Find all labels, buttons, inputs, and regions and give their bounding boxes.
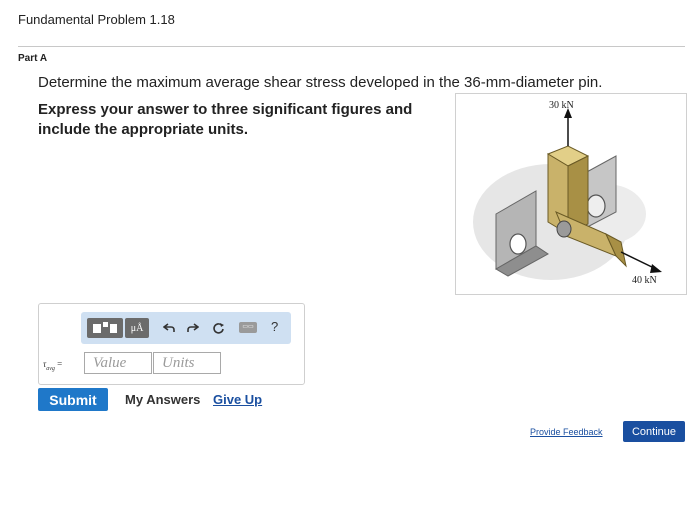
question-instruction: Express your answer to three significant… [38,101,413,138]
page-title: Fundamental Problem 1.18 [18,12,175,27]
part-label: Part A [18,53,48,64]
problem-figure: 30 kN 40 kN [455,93,687,295]
value-input[interactable] [85,353,151,373]
keyboard-icon[interactable]: ▭▭ [239,322,257,333]
continue-button[interactable]: Continue [623,421,685,442]
undo-icon[interactable] [161,318,177,338]
variable-subscript: avg [46,365,55,372]
question-prompt: Determine the maximum average shear stre… [38,74,603,91]
submit-button[interactable]: Submit [38,388,108,411]
templates-icon [93,322,117,333]
help-button[interactable]: ? [271,319,278,334]
load-label-right: 40 kN [632,275,657,286]
equals-sign: = [57,359,63,369]
reset-icon[interactable] [209,318,227,338]
give-up-link[interactable]: Give Up [213,392,262,407]
templates-button[interactable] [87,318,123,338]
load-label-top: 30 kN [549,100,574,111]
header-divider [18,46,685,47]
value-field[interactable] [84,352,152,374]
units-input[interactable] [154,353,220,373]
answer-input-panel: μÅ ▭▭ ? τavg = [38,303,305,385]
units-field[interactable] [153,352,221,374]
provide-feedback-link[interactable]: Provide Feedback [530,427,603,437]
equation-toolbar: μÅ ▭▭ ? [81,312,291,344]
answer-variable-label: τavg = [43,359,62,372]
my-answers-link[interactable]: My Answers [125,392,200,407]
symbols-button[interactable]: μÅ [125,318,149,338]
pin-assembly-illustration [473,108,662,280]
redo-icon[interactable] [185,318,201,338]
